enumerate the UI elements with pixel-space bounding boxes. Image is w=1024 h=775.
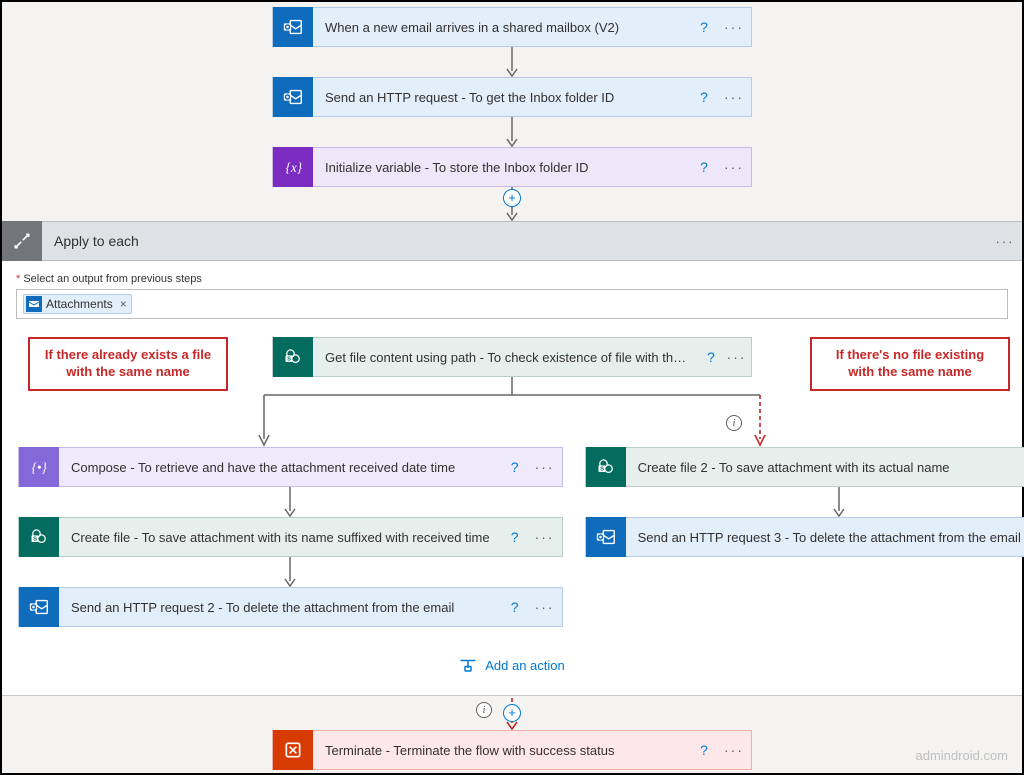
action-label: When a new email arrives in a shared mai… [313,20,691,35]
connector-arrow [18,487,563,517]
info-icon[interactable]: i [476,702,492,718]
connector-arrow: + i [502,698,522,730]
action-label: Send an HTTP request 2 - To delete the a… [59,600,502,615]
svg-text:{•}: {•} [32,460,48,475]
help-icon[interactable]: ? [502,529,528,545]
more-icon[interactable]: ··· [988,234,1022,249]
svg-text:S: S [33,536,37,542]
more-icon[interactable]: ··· [717,742,751,758]
action-label: Get file content using path - To check e… [313,350,700,365]
action-label: Create file 2 - To save attachment with … [626,460,1024,475]
action-http-get-folder[interactable]: Send an HTTP request - To get the Inbox … [272,77,752,117]
action-terminate[interactable]: Terminate - Terminate the flow with succ… [272,730,752,770]
field-label: * Select an output from previous steps [16,273,1008,285]
token-remove-icon[interactable]: × [120,297,127,311]
help-icon[interactable]: ? [502,459,528,475]
sharepoint-icon: S [273,337,313,377]
branch-right: S Create file 2 - To save attachment wit… [585,447,1024,627]
connector-arrow: + [502,187,522,221]
connector-arrow [585,487,1024,517]
action-init-variable[interactable]: {x} Initialize variable - To store the I… [272,147,752,187]
help-icon[interactable]: ? [691,19,717,35]
info-icon[interactable]: i [726,415,742,431]
action-label: Send an HTTP request 3 - To delete the a… [626,530,1024,545]
action-trigger-new-email[interactable]: When a new email arrives in a shared mai… [272,7,752,47]
loop-icon [2,221,42,261]
sharepoint-icon: S [19,517,59,557]
more-icon[interactable]: ··· [528,529,562,545]
help-icon[interactable]: ? [691,89,717,105]
ate-title: Apply to each [42,233,988,249]
outlook-icon [273,7,313,47]
apply-to-each-header[interactable]: Apply to each ··· [2,221,1022,261]
more-icon[interactable]: ··· [717,89,751,105]
outlook-icon [273,77,313,117]
more-icon[interactable]: ··· [717,19,751,35]
insert-step-button[interactable]: + [503,704,521,722]
action-get-file-content[interactable]: S Get file content using path - To check… [272,337,752,377]
insert-step-button[interactable]: + [503,189,521,207]
outlook-icon [586,517,626,557]
outlook-icon [26,296,42,312]
action-label: Compose - To retrieve and have the attac… [59,460,502,475]
token-attachments[interactable]: Attachments × [23,294,132,314]
help-icon[interactable]: ? [691,742,717,758]
action-create-file-2[interactable]: S Create file 2 - To save attachment wit… [585,447,1024,487]
add-action-label: Add an action [485,658,565,673]
more-icon[interactable]: ··· [722,349,751,365]
compose-icon: {•} [19,447,59,487]
action-label: Send an HTTP request - To get the Inbox … [313,90,691,105]
action-label: Create file - To save attachment with it… [59,530,502,545]
svg-text:S: S [600,466,604,472]
connector-arrow [502,47,522,77]
apply-to-each-body: * Select an output from previous steps A… [2,261,1022,696]
sharepoint-icon: S [586,447,626,487]
variable-icon: {x} [273,147,313,187]
more-icon[interactable]: ··· [717,159,751,175]
output-token-input[interactable]: Attachments × [16,289,1008,319]
more-icon[interactable]: ··· [528,599,562,615]
action-compose[interactable]: {•} Compose - To retrieve and have the a… [18,447,563,487]
help-icon[interactable]: ? [502,599,528,615]
connector-arrow [18,557,563,587]
terminate-icon [273,730,313,770]
watermark: admindroid.com [916,748,1009,763]
add-action-button[interactable]: Add an action [16,657,1008,673]
help-icon[interactable]: ? [700,349,722,365]
action-http-delete-3[interactable]: Send an HTTP request 3 - To delete the a… [585,517,1024,557]
svg-text:{x}: {x} [286,160,303,175]
token-label: Attachments [46,297,113,311]
action-label: Terminate - Terminate the flow with succ… [313,743,691,758]
action-create-file[interactable]: S Create file - To save attachment with … [18,517,563,557]
action-label: Initialize variable - To store the Inbox… [313,160,691,175]
connector-arrow [502,117,522,147]
action-http-delete-2[interactable]: Send an HTTP request 2 - To delete the a… [18,587,563,627]
svg-text:S: S [287,356,291,362]
branch-connector: i [16,377,1008,447]
field-label-text: Select an output from previous steps [23,273,202,285]
outlook-icon [19,587,59,627]
branch-left: {•} Compose - To retrieve and have the a… [18,447,563,627]
more-icon[interactable]: ··· [528,459,562,475]
help-icon[interactable]: ? [691,159,717,175]
